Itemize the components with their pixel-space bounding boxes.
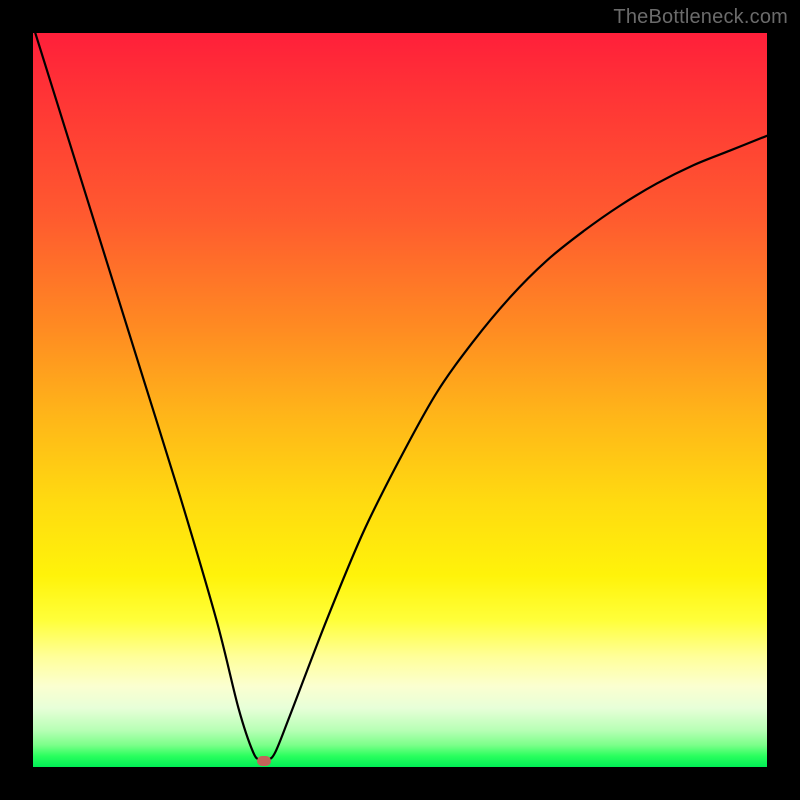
plot-area — [33, 33, 767, 767]
bottleneck-curve — [33, 33, 767, 767]
curve-path — [33, 33, 767, 761]
chart-frame: TheBottleneck.com — [0, 0, 800, 800]
min-marker — [257, 756, 271, 766]
watermark-text: TheBottleneck.com — [613, 6, 788, 29]
